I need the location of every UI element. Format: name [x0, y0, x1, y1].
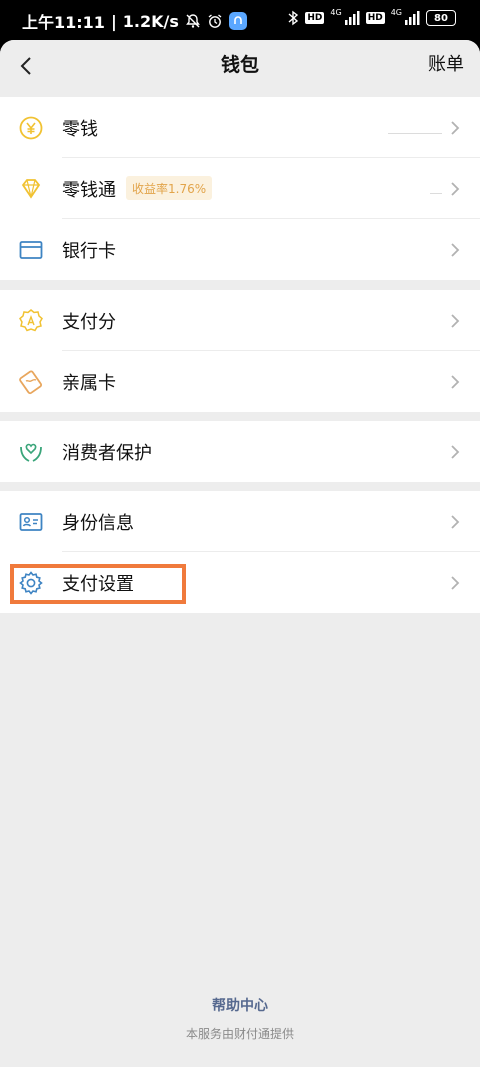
status-bar: 上午11:11 | 1.2K/s HD 4G HD 4G 80 — [0, 0, 480, 40]
menu-item-bank-card[interactable]: 银行卡 — [0, 219, 480, 280]
chevron-right-icon — [451, 120, 460, 135]
network-type-1: 4G — [330, 7, 342, 17]
menu-item-change[interactable]: 零钱 — [0, 97, 480, 158]
signal-icon-2 — [404, 11, 420, 25]
service-provider-note: 本服务由财付通提供 — [185, 1027, 294, 1041]
status-separator: | — [110, 11, 117, 31]
phone-screen: 上午11:11 | 1.2K/s HD 4G HD 4G 80 钱包 账单 零钱… — [0, 0, 480, 1067]
wallet-page: 钱包 账单 零钱 零钱通 收益率1.76% 银行卡 支付分 亲属卡 消费者保护 … — [0, 40, 480, 1067]
consumer-protection-icon — [18, 439, 44, 465]
gear-icon — [18, 570, 44, 596]
menu-item-label: 支付分 — [62, 311, 116, 333]
pay-score-badge-icon — [18, 308, 44, 334]
menu-item-label: 零钱通 — [62, 179, 116, 201]
menu-item-identity-info[interactable]: 身份信息 — [0, 491, 480, 552]
wallet-group-balance: 零钱 零钱通 收益率1.76% 银行卡 — [0, 97, 480, 280]
chevron-right-icon — [451, 575, 460, 590]
chevron-right-icon — [451, 514, 460, 529]
page-title: 钱包 — [220, 54, 259, 76]
id-card-icon — [18, 509, 44, 535]
menu-item-payment-settings[interactable]: 支付设置 — [0, 552, 480, 613]
family-card-icon — [18, 369, 44, 395]
chevron-right-icon — [451, 444, 460, 459]
menu-item-pay-score[interactable]: 支付分 — [0, 290, 480, 351]
alarm-clock-icon — [207, 13, 223, 29]
signal-icon-1 — [344, 11, 360, 25]
menu-item-label: 支付设置 — [62, 573, 134, 595]
menu-item-label: 亲属卡 — [62, 372, 116, 394]
bank-card-icon — [18, 237, 44, 263]
network-type-2: 4G — [390, 7, 402, 17]
menu-item-label: 零钱 — [62, 118, 98, 140]
masked-amount — [388, 133, 442, 134]
bill-button[interactable]: 账单 — [428, 50, 464, 76]
wallet-group-protection: 消费者保护 — [0, 421, 480, 482]
menu-item-family-card[interactable]: 亲属卡 — [0, 351, 480, 412]
menu-item-label: 消费者保护 — [62, 442, 152, 464]
hd-badge: HD — [305, 12, 325, 24]
chevron-right-icon — [451, 181, 460, 196]
chevron-right-icon — [451, 313, 460, 328]
menu-item-change-pass[interactable]: 零钱通 收益率1.76% — [0, 158, 480, 219]
app-notification-icon — [228, 12, 247, 30]
wallet-group-credit: 支付分 亲属卡 — [0, 290, 480, 412]
menu-item-consumer-protection[interactable]: 消费者保护 — [0, 421, 480, 482]
menu-item-label: 身份信息 — [62, 512, 134, 534]
status-left: 上午11:11 | 1.2K/s — [22, 9, 247, 33]
status-right: HD 4G HD 4G 80 — [287, 7, 456, 26]
chevron-right-icon — [451, 242, 460, 257]
wallet-group-settings: 身份信息 支付设置 — [0, 491, 480, 613]
battery-indicator: 80 — [426, 10, 456, 26]
navigation-bar: 钱包 账单 — [0, 40, 480, 97]
chevron-right-icon — [451, 374, 460, 389]
coin-yen-icon — [18, 115, 44, 141]
help-center-link[interactable]: 帮助中心 — [0, 995, 480, 1015]
menu-item-label: 银行卡 — [62, 240, 116, 262]
yield-rate-badge: 收益率1.76% — [126, 176, 213, 200]
masked-amount — [430, 193, 442, 194]
network-speed: 1.2K/s — [122, 11, 179, 31]
hd-badge-2: HD — [365, 12, 385, 24]
bluetooth-icon — [287, 10, 299, 26]
mute-bell-icon — [185, 13, 201, 29]
status-time: 上午11:11 — [22, 13, 105, 32]
diamond-icon — [18, 176, 44, 202]
